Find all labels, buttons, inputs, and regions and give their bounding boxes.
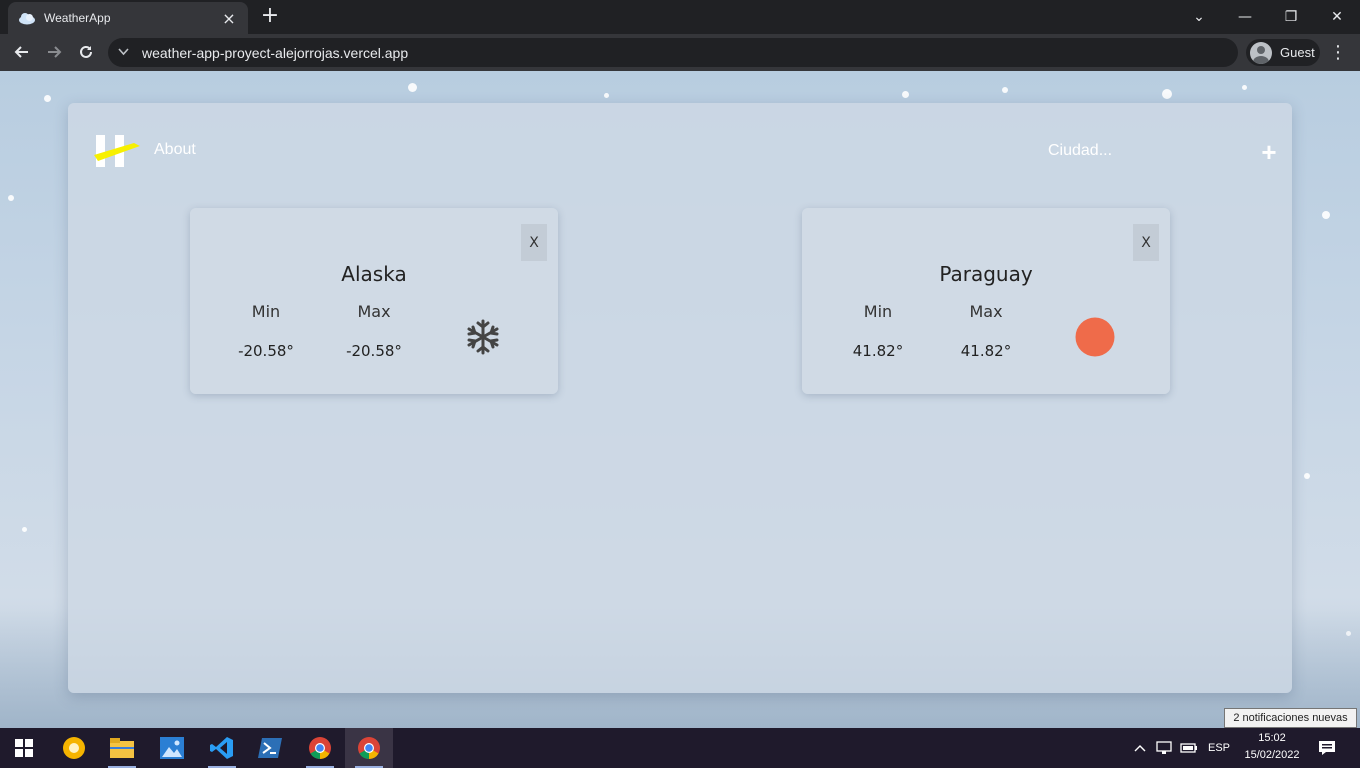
back-icon[interactable] xyxy=(8,38,36,66)
browser-toolbar: weather-app-proyect-alejorrojas.vercel.a… xyxy=(0,34,1360,71)
photos-icon[interactable] xyxy=(148,728,196,768)
windows-taskbar: ESP 15:02 15/02/2022 xyxy=(0,728,1360,768)
max-temperature: 41.82° xyxy=(960,342,1012,360)
min-label: Min xyxy=(251,302,281,321)
tab-close-icon[interactable]: × xyxy=(220,9,238,28)
browser-menu-icon[interactable]: ⋮ xyxy=(1328,39,1348,66)
snowflake-particle xyxy=(902,91,909,98)
show-hidden-icons[interactable] xyxy=(1134,728,1146,768)
forward-icon[interactable] xyxy=(40,38,68,66)
snowflake-particle xyxy=(22,527,27,532)
snowflake-particle xyxy=(44,95,51,102)
powershell-icon[interactable] xyxy=(246,728,294,768)
close-window-button[interactable]: ✕ xyxy=(1314,0,1360,34)
city-card-paraguay: X Paraguay Min Max 41.82° 41.82° xyxy=(802,208,1170,394)
browser-tab-strip: WeatherApp × + ⌄ — ❐ ✕ xyxy=(0,0,1360,34)
snowflake-particle xyxy=(1002,87,1008,93)
profile-button[interactable]: Guest xyxy=(1246,39,1320,66)
max-temperature: -20.58° xyxy=(346,342,402,360)
about-link[interactable]: About xyxy=(154,141,196,159)
max-label: Max xyxy=(357,302,391,321)
notification-tooltip: 2 notificaciones nuevas xyxy=(1224,708,1357,728)
clock-time: 15:02 xyxy=(1258,732,1286,744)
url-text[interactable]: weather-app-proyect-alejorrojas.vercel.a… xyxy=(142,45,408,61)
minimize-button[interactable]: — xyxy=(1222,0,1268,34)
min-label: Min xyxy=(863,302,893,321)
chrome-icon[interactable] xyxy=(296,728,344,768)
browser-tab[interactable]: WeatherApp × xyxy=(8,2,248,34)
snowflake-particle xyxy=(604,93,609,98)
windows-start-icon[interactable] xyxy=(0,728,48,768)
city-name: Alaska xyxy=(341,262,407,286)
chevron-down-icon[interactable] xyxy=(118,46,132,59)
cloud-icon xyxy=(18,11,36,25)
clock-date: 15/02/2022 xyxy=(1244,749,1300,761)
max-label: Max xyxy=(969,302,1003,321)
vscode-icon[interactable] xyxy=(198,728,246,768)
address-bar[interactable]: weather-app-proyect-alejorrojas.vercel.a… xyxy=(108,38,1238,67)
sun-icon xyxy=(1072,314,1118,360)
page-viewport: About + X Alaska Min Max -20.58° -20.58° xyxy=(0,71,1360,728)
snowflake-particle xyxy=(8,195,14,201)
new-tab-button[interactable]: + xyxy=(258,4,282,28)
notification-center-icon[interactable] xyxy=(1318,728,1336,768)
battery-icon[interactable] xyxy=(1180,728,1198,768)
file-explorer-icon[interactable] xyxy=(98,728,146,768)
snowflake-particle xyxy=(1162,89,1172,99)
tab-search-icon[interactable]: ⌄ xyxy=(1176,0,1222,34)
weather-app-panel: About + X Alaska Min Max -20.58° -20.58° xyxy=(68,103,1292,693)
city-name: Paraguay xyxy=(939,262,1033,286)
app-launcher-icon[interactable] xyxy=(50,728,98,768)
reload-icon[interactable] xyxy=(72,38,100,66)
restore-button[interactable]: ❐ xyxy=(1268,0,1314,34)
logo-icon[interactable] xyxy=(94,133,142,169)
snowflake-particle xyxy=(408,83,417,92)
snowflake-particle xyxy=(1242,85,1247,90)
system-clock[interactable]: 15:02 15/02/2022 xyxy=(1236,730,1308,764)
snowflake-particle xyxy=(1304,473,1310,479)
avatar-icon xyxy=(1250,41,1272,64)
close-card-button[interactable]: X xyxy=(1133,224,1159,261)
profile-label: Guest xyxy=(1280,45,1315,60)
min-temperature: -20.58° xyxy=(238,342,294,360)
network-icon[interactable] xyxy=(1156,728,1172,768)
add-city-button[interactable]: + xyxy=(1254,137,1284,167)
city-search-input[interactable] xyxy=(1048,137,1198,165)
snowflake-particle xyxy=(1322,211,1330,219)
tab-title: WeatherApp xyxy=(44,11,111,25)
close-card-button[interactable]: X xyxy=(521,224,547,261)
city-card-alaska: X Alaska Min Max -20.58° -20.58° xyxy=(190,208,558,394)
language-indicator[interactable]: ESP xyxy=(1208,728,1230,768)
snowflake-icon xyxy=(460,314,506,360)
min-temperature: 41.82° xyxy=(852,342,904,360)
chrome-active-icon[interactable] xyxy=(345,728,393,768)
